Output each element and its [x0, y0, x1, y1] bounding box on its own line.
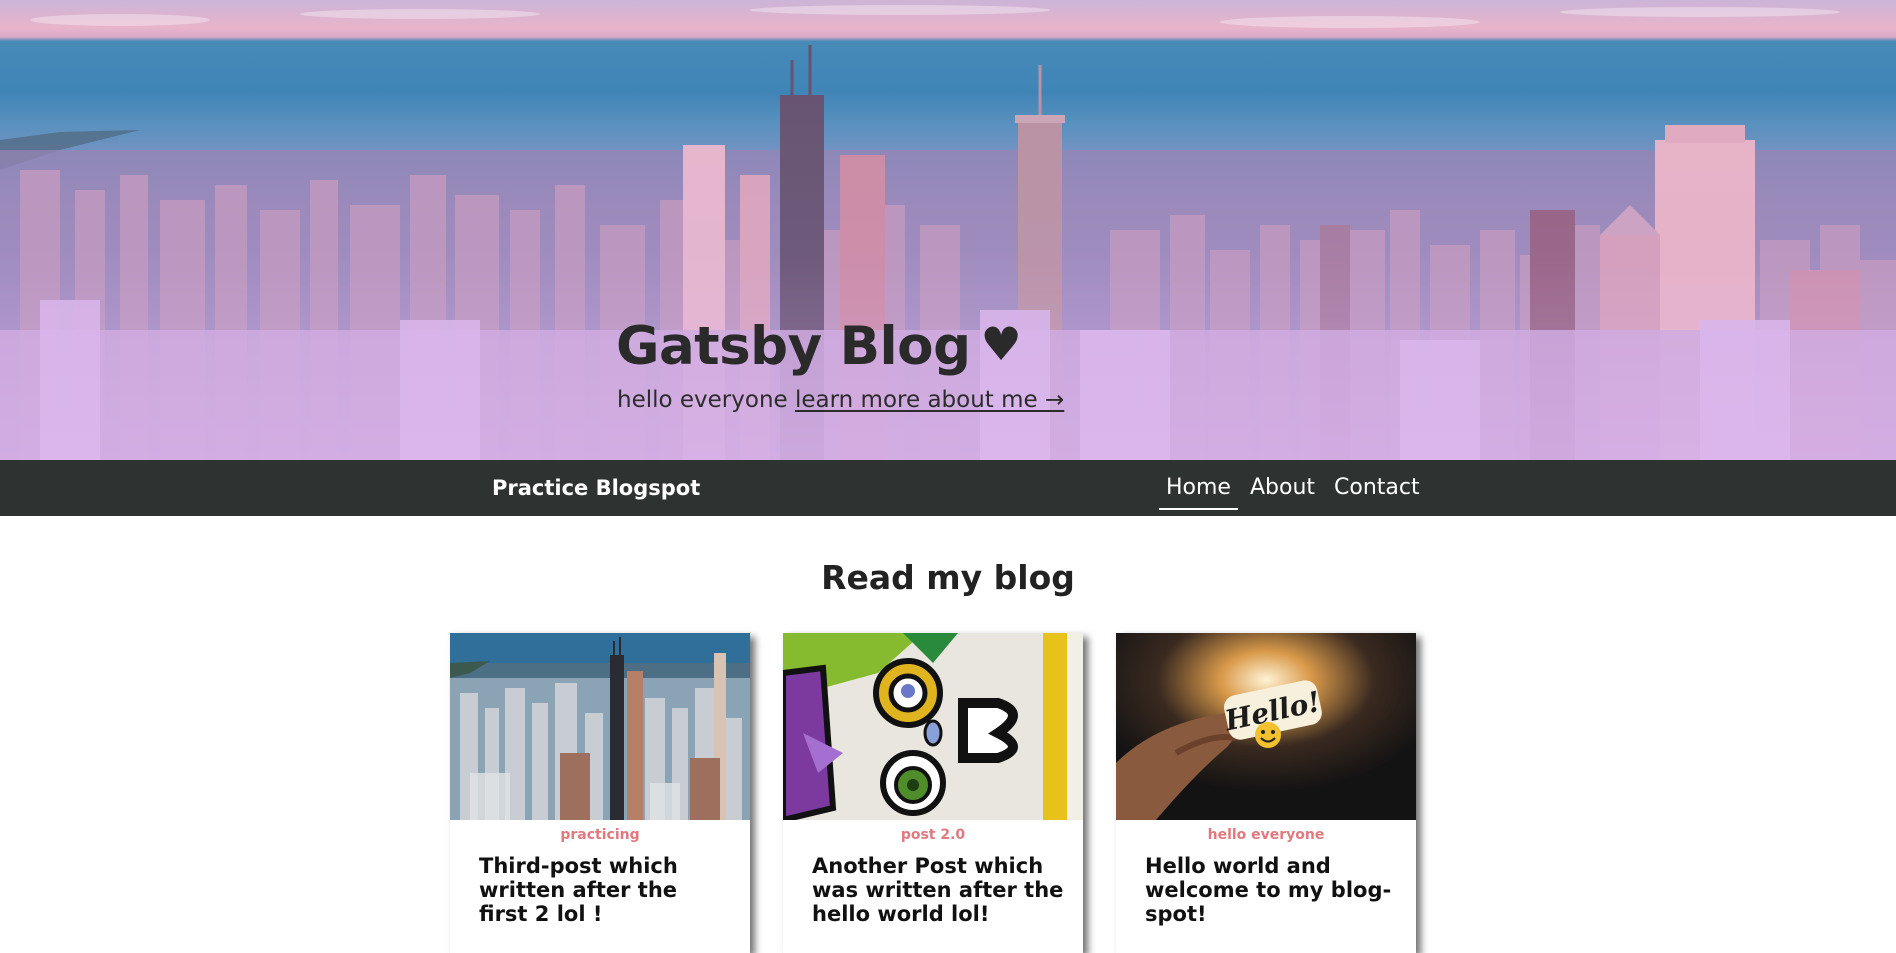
top-navbar: Practice Blogspot Home About Contact [0, 460, 1896, 516]
post-card[interactable]: post 2.0 Another Post which was written … [783, 633, 1083, 953]
about-me-link[interactable]: learn more about me → [795, 387, 1064, 413]
post-tag: practicing [560, 827, 640, 843]
blog-section-heading: Read my blog [821, 558, 1075, 597]
post-image-graffiti[interactable] [783, 633, 1083, 820]
hero-banner: Gatsby Blog ♥ hello everyone learn more a… [0, 0, 1896, 460]
nav-link-contact[interactable]: Contact [1327, 460, 1427, 516]
post-title[interactable]: Another Post which was written after the… [812, 854, 1064, 926]
post-card[interactable]: practicing Third-post which written afte… [450, 633, 750, 953]
post-image-hello-sticker[interactable]: Hello! [1116, 633, 1416, 820]
post-tag: hello everyone [1207, 827, 1325, 843]
hero-subtitle-text: hello everyone [617, 387, 788, 413]
nav-link-home[interactable]: Home [1159, 460, 1238, 516]
post-title[interactable]: Hello world and welcome to my blog-spot! [1145, 854, 1397, 926]
post-title[interactable]: Third-post which written after the first… [479, 854, 731, 926]
post-image-city-skyline[interactable] [450, 633, 750, 820]
hero-subtitle: hello everyone learn more about me → [617, 387, 1064, 413]
site-title: Gatsby Blog ♥ [616, 316, 1022, 377]
site-title-text: Gatsby Blog [616, 316, 971, 377]
nav-link-about[interactable]: About [1243, 460, 1322, 516]
brand-logo-text[interactable]: Practice Blogspot [492, 460, 700, 516]
nav-links: Home About Contact [1159, 460, 1432, 516]
post-card[interactable]: Hello! hello everyone Hello world and we… [1116, 633, 1416, 953]
post-tag: post 2.0 [900, 827, 966, 843]
heart-icon: ♥ [980, 317, 1022, 371]
